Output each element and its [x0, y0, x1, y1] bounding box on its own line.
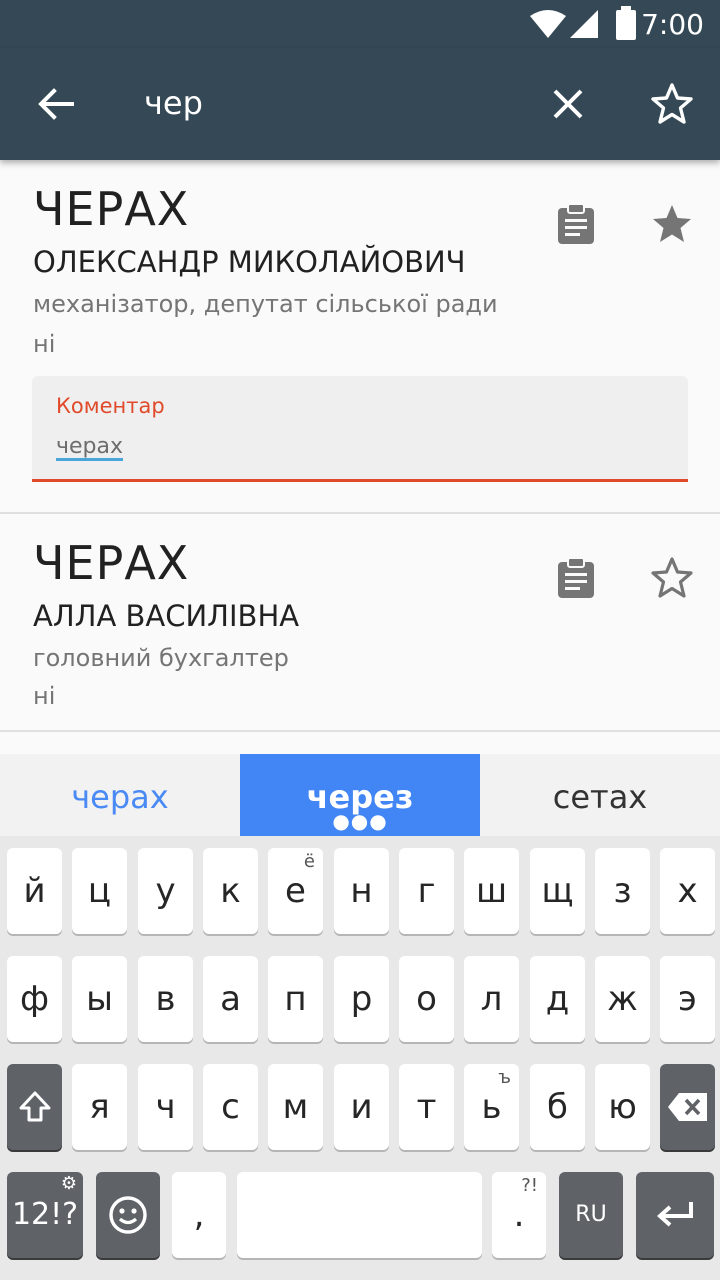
key-я[interactable]: я [72, 1064, 127, 1150]
period-key-hint: ?! [521, 1175, 538, 1196]
key-р[interactable]: р [334, 956, 389, 1042]
key-о[interactable]: о [399, 956, 454, 1042]
key-к[interactable]: к [203, 848, 258, 934]
emoji-key[interactable] [96, 1172, 160, 1258]
key-и[interactable]: и [334, 1064, 389, 1150]
key-т[interactable]: т [399, 1064, 454, 1150]
result-card[interactable]: ЧЕРАХ ОЛЕКСАНДР МИКОЛАЙОВИЧ механізатор,… [0, 160, 720, 514]
settings-gear-icon: ⚙ [60, 1173, 77, 1194]
back-arrow-icon[interactable] [32, 80, 80, 128]
key-е[interactable]: ё е [268, 848, 323, 934]
comment-input[interactable]: черах [56, 434, 123, 459]
keyboard: й ц у к ё е н г ш щ з х ф ы в а п р о л … [0, 836, 720, 1280]
key-з[interactable]: з [595, 848, 650, 934]
result-name: АЛЛА ВАСИЛІВНА [33, 599, 300, 633]
enter-key[interactable] [636, 1172, 714, 1258]
spacebar-key[interactable] [237, 1172, 482, 1258]
wifi-icon [530, 10, 566, 38]
language-key[interactable]: RU [559, 1172, 623, 1258]
period-key[interactable]: ?! . [492, 1172, 546, 1258]
key-й[interactable]: й [7, 848, 62, 934]
suggestion-3[interactable]: сетах [480, 754, 720, 836]
key-ц[interactable]: ц [72, 848, 127, 934]
key-э[interactable]: э [660, 956, 715, 1042]
key-label: ь [481, 1087, 502, 1127]
key-label: е [285, 871, 306, 911]
result-card[interactable]: ЧЕРАХ АЛЛА ВАСИЛІВНА головний бухгалтер … [0, 514, 720, 732]
key-в[interactable]: в [138, 956, 193, 1042]
battery-icon [616, 6, 636, 40]
clipboard-icon[interactable] [554, 202, 598, 246]
key-а[interactable]: а [203, 956, 258, 1042]
key-щ[interactable]: щ [530, 848, 585, 934]
comma-key[interactable]: , [172, 1172, 226, 1258]
key-ф[interactable]: ф [7, 956, 62, 1042]
key-hint-ъ: ъ [498, 1067, 511, 1088]
key-ь[interactable]: ъ ь [464, 1064, 519, 1150]
period-key-label: . [513, 1195, 525, 1235]
status-time: 7:00 [641, 8, 704, 41]
result-party: ні [33, 682, 56, 710]
result-surname: ЧЕРАХ [33, 182, 190, 236]
key-ж[interactable]: ж [595, 956, 650, 1042]
key-н[interactable]: н [334, 848, 389, 934]
star-outline-icon[interactable] [648, 554, 696, 602]
key-п[interactable]: п [268, 956, 323, 1042]
key-ю[interactable]: ю [595, 1064, 650, 1150]
key-hint-ё: ё [303, 851, 315, 872]
result-position: механізатор, депутат сільської ради [33, 290, 498, 318]
key-г[interactable]: г [399, 848, 454, 934]
suggestion-1[interactable]: черах [0, 754, 240, 836]
key-д[interactable]: д [530, 956, 585, 1042]
emoji-smiley-icon [109, 1196, 147, 1234]
result-party: ні [33, 330, 56, 358]
clipboard-icon[interactable] [554, 556, 598, 600]
suggestion-strip: черах через ●●● сетах [0, 754, 720, 836]
search-input[interactable]: чер [144, 84, 203, 122]
symbols-key[interactable]: ⚙ 12!? [7, 1172, 83, 1258]
close-icon[interactable] [546, 82, 590, 126]
shift-arrow-icon [19, 1091, 50, 1122]
favorites-star-outline-icon[interactable] [648, 80, 696, 128]
comment-label: Коментар [56, 394, 165, 418]
backspace-key[interactable] [660, 1064, 715, 1150]
suggestion-2[interactable]: через ●●● [240, 754, 480, 836]
symbols-key-label: 12!? [11, 1197, 79, 1232]
result-surname: ЧЕРАХ [33, 536, 190, 590]
key-у[interactable]: у [138, 848, 193, 934]
key-ш[interactable]: ш [464, 848, 519, 934]
key-ы[interactable]: ы [72, 956, 127, 1042]
status-bar: 7:00 [0, 0, 720, 48]
result-name: ОЛЕКСАНДР МИКОЛАЙОВИЧ [33, 245, 466, 279]
result-position: головний бухгалтер [33, 644, 289, 672]
key-м[interactable]: м [268, 1064, 323, 1150]
key-л[interactable]: л [464, 956, 519, 1042]
key-ч[interactable]: ч [138, 1064, 193, 1150]
key-х[interactable]: х [660, 848, 715, 934]
backspace-icon [667, 1093, 707, 1121]
key-б[interactable]: б [530, 1064, 585, 1150]
signal-icon [570, 10, 598, 38]
key-с[interactable]: с [203, 1064, 258, 1150]
search-toolbar: чер [0, 48, 720, 160]
shift-key[interactable] [7, 1064, 62, 1150]
comment-field[interactable]: Коментар черах [32, 376, 688, 482]
more-suggestions-icon: ●●● [332, 809, 388, 833]
enter-arrow-icon [657, 1202, 693, 1227]
star-filled-icon[interactable] [648, 200, 696, 248]
